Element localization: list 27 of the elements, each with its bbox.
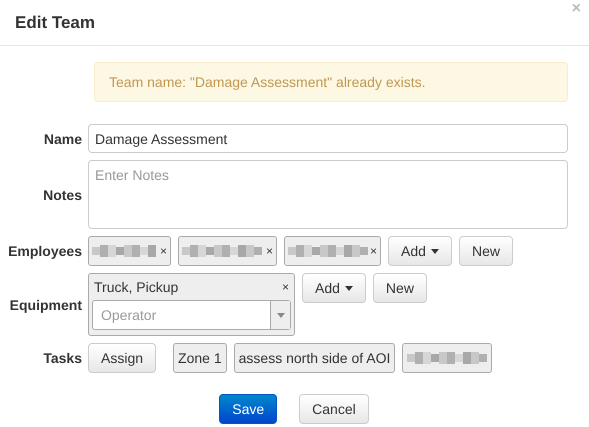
- name-input[interactable]: Damage Assessment: [88, 124, 568, 153]
- field-label: Notes: [42, 186, 83, 202]
- remove-button[interactable]: ×: [266, 244, 274, 258]
- remove-button[interactable]: ×: [160, 244, 168, 258]
- remove-button[interactable]: ×: [282, 280, 289, 294]
- cancel-button[interactable]: Cancel: [299, 394, 369, 424]
- equipment-name: Truck, Pickup: [94, 279, 178, 295]
- caret-icon: [276, 312, 284, 318]
- dialog-title: Edit Team: [15, 12, 95, 32]
- task-tag: assess north side of AOI: [234, 343, 396, 373]
- add-button[interactable]: Add: [302, 273, 366, 303]
- assign-button[interactable]: Assign: [88, 343, 156, 373]
- field-label: Equipment: [8, 296, 83, 312]
- caret-icon: [430, 248, 439, 254]
- task-tag: Zone 1: [173, 343, 227, 373]
- field-label: Tasks: [42, 350, 83, 366]
- caret-icon: [344, 286, 353, 290]
- field-label: Employees: [7, 243, 83, 259]
- new-button[interactable]: New: [458, 236, 513, 266]
- new-button[interactable]: New: [372, 273, 427, 303]
- remove-button[interactable]: ×: [370, 244, 378, 258]
- save-button[interactable]: Save: [219, 394, 278, 424]
- field-label: Name: [42, 130, 83, 146]
- warning-alert: Team name: "Damage Assessment" already exists.: [94, 62, 568, 102]
- blurred-text: [92, 245, 158, 257]
- notes-input[interactable]: Enter Notes: [88, 160, 568, 229]
- add-button[interactable]: Add: [388, 236, 452, 266]
